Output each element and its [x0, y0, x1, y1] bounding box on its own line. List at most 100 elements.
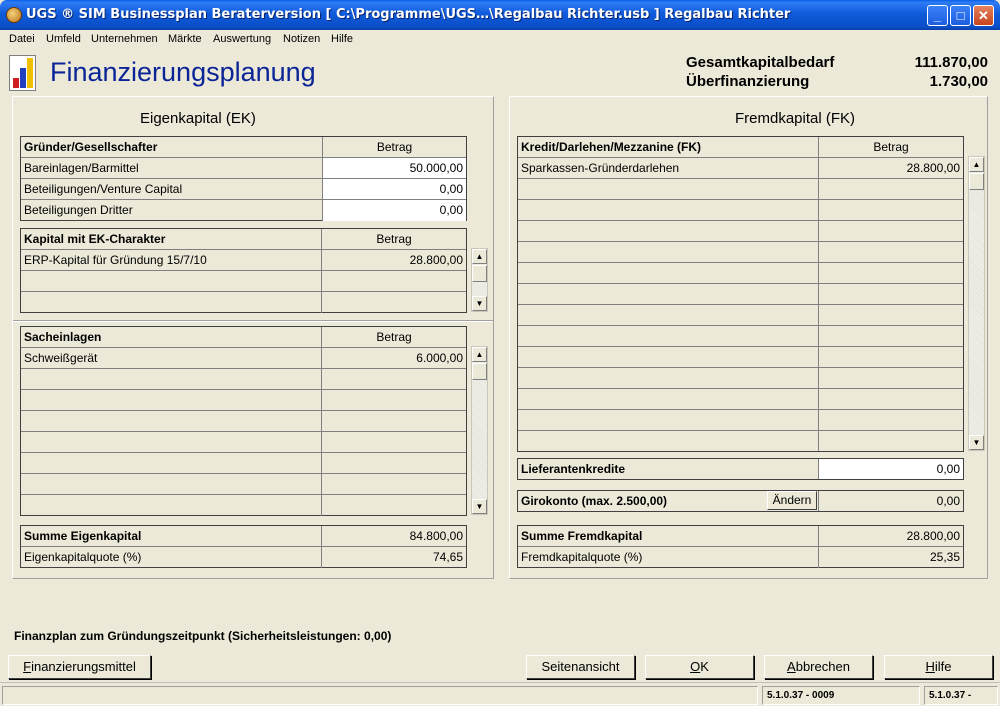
table-row[interactable] [21, 411, 466, 432]
menu-auswertung[interactable]: Auswertung [213, 33, 271, 45]
row-label [518, 284, 819, 304]
row-value [819, 389, 963, 409]
fremdkapitalquote-value: 25,35 [929, 550, 960, 564]
bareinlagen-input[interactable]: 50.000,00 [323, 158, 466, 178]
summe-eigenkapital-value: 84.800,00 [409, 529, 463, 543]
gesamtkapitalbedarf-label: Gesamtkapitalbedarf [686, 54, 835, 71]
scroll-up-icon[interactable]: ▲ [969, 157, 984, 172]
scroll-up-icon[interactable]: ▲ [472, 347, 487, 362]
close-button[interactable]: ✕ [973, 5, 994, 26]
row-value [819, 263, 963, 283]
seitenansicht-button[interactable]: Seitenansicht [526, 655, 635, 679]
menu-maerkte[interactable]: Märkte [168, 33, 202, 45]
table-row[interactable] [518, 410, 963, 431]
app-icon[interactable] [6, 7, 22, 23]
title-bar[interactable]: UGS ® SIM Businessplan Beraterversion [ … [0, 0, 1000, 30]
row-value [322, 271, 466, 291]
ek-charakter-scrollbar[interactable]: ▲ ▼ [471, 248, 488, 312]
gesamtkapitalbedarf-value: 111.870,00 [914, 54, 988, 71]
minimize-button[interactable]: _ [927, 5, 948, 26]
table-row[interactable] [21, 390, 466, 411]
hilfe-button[interactable]: Hilfe [884, 655, 993, 679]
summe-fremdkapital-value: 28.800,00 [906, 529, 960, 543]
table-row[interactable] [21, 474, 466, 495]
row-value [322, 495, 466, 516]
row-label [21, 271, 322, 291]
table-row[interactable] [518, 179, 963, 200]
menu-notizen[interactable]: Notizen [283, 33, 320, 45]
table-row[interactable] [518, 389, 963, 410]
table-row[interactable] [518, 263, 963, 284]
ek-charakter-header-col1: Kapital mit EK-Charakter [21, 229, 322, 249]
eigenkapital-title: Eigenkapital (EK) [140, 110, 256, 127]
table-row[interactable]: ERP-Kapital für Gründung 15/7/10 28.800,… [21, 250, 466, 271]
row-value: 28.800,00 [409, 253, 463, 267]
scroll-thumb[interactable] [969, 173, 984, 190]
table-row[interactable] [518, 368, 963, 389]
menu-unternehmen[interactable]: Unternehmen [91, 33, 158, 45]
scroll-down-icon[interactable]: ▼ [472, 499, 487, 514]
scroll-down-icon[interactable]: ▼ [969, 435, 984, 450]
ok-button[interactable]: OK [645, 655, 754, 679]
table-row[interactable] [518, 305, 963, 326]
fremdkapital-title: Fremdkapital (FK) [735, 110, 856, 127]
button-label: ilfe [934, 659, 952, 674]
row-label [518, 389, 819, 409]
scroll-thumb[interactable] [472, 265, 487, 282]
row-value [819, 242, 963, 262]
ueberfinanzierung-value: 1.730,00 [929, 73, 988, 90]
finanzierungsmittel-button[interactable]: Finanzierungsmittel [8, 655, 151, 679]
table-row[interactable] [21, 453, 466, 474]
scroll-thumb[interactable] [472, 363, 487, 380]
sacheinlagen-scrollbar[interactable]: ▲ ▼ [471, 346, 488, 515]
venture-capital-input[interactable]: 0,00 [323, 179, 466, 199]
button-label: inanzierungsmittel [31, 659, 136, 674]
table-row[interactable] [518, 242, 963, 263]
table-row[interactable] [518, 431, 963, 451]
row-label: Beteiligungen Dritter [21, 200, 323, 221]
row-label [21, 432, 322, 452]
table-row[interactable]: Schweißgerät 6.000,00 [21, 348, 466, 369]
page-title: Finanzierungsplanung [50, 57, 316, 87]
table-row[interactable] [518, 347, 963, 368]
table-row[interactable] [518, 200, 963, 221]
lieferantenkredite-input[interactable]: 0,00 [819, 459, 963, 479]
kredit-scrollbar[interactable]: ▲ ▼ [968, 156, 985, 451]
scroll-down-icon[interactable]: ▼ [472, 296, 487, 311]
table-row[interactable]: Sparkassen-Gründerdarlehen 28.800,00 [518, 158, 963, 179]
table-row[interactable] [21, 432, 466, 453]
table-row[interactable] [21, 369, 466, 390]
row-label [21, 369, 322, 389]
gruender-header-col1: Gründer/Gesellschafter [21, 137, 323, 157]
mnemonic: O [690, 659, 701, 674]
row-value [819, 221, 963, 241]
table-row[interactable] [21, 495, 466, 516]
button-label: bbrechen [795, 659, 850, 674]
row-label [518, 242, 819, 262]
menu-hilfe[interactable]: Hilfe [331, 33, 353, 45]
aendern-button[interactable]: Ändern [767, 491, 817, 510]
mnemonic: H [925, 659, 935, 674]
eigenkapitalquote-label: Eigenkapitalquote (%) [21, 547, 322, 568]
beteiligungen-dritter-input[interactable]: 0,00 [323, 200, 466, 221]
row-value [322, 432, 466, 452]
row-label [518, 368, 819, 388]
table-row[interactable] [21, 292, 466, 313]
status-version-short: 5.1.0.37 - [924, 686, 998, 705]
row-label: ERP-Kapital für Gründung 15/7/10 [21, 250, 322, 270]
abbrechen-button[interactable]: Abbrechen [764, 655, 873, 679]
scroll-up-icon[interactable]: ▲ [472, 249, 487, 264]
table-row[interactable] [518, 284, 963, 305]
table-row[interactable] [21, 271, 466, 292]
maximize-button[interactable]: □ [950, 5, 971, 26]
row-value [322, 411, 466, 431]
row-value [819, 368, 963, 388]
menu-umfeld[interactable]: Umfeld [46, 33, 81, 45]
button-label: K [700, 659, 709, 674]
ek-charakter-header-col2: Betrag [376, 232, 412, 246]
table-row[interactable] [518, 221, 963, 242]
table-row[interactable] [518, 326, 963, 347]
row-label [518, 200, 819, 220]
menu-datei[interactable]: Datei [9, 33, 35, 45]
status-bar: 5.1.0.37 - 0009 5.1.0.37 - [0, 682, 1000, 706]
